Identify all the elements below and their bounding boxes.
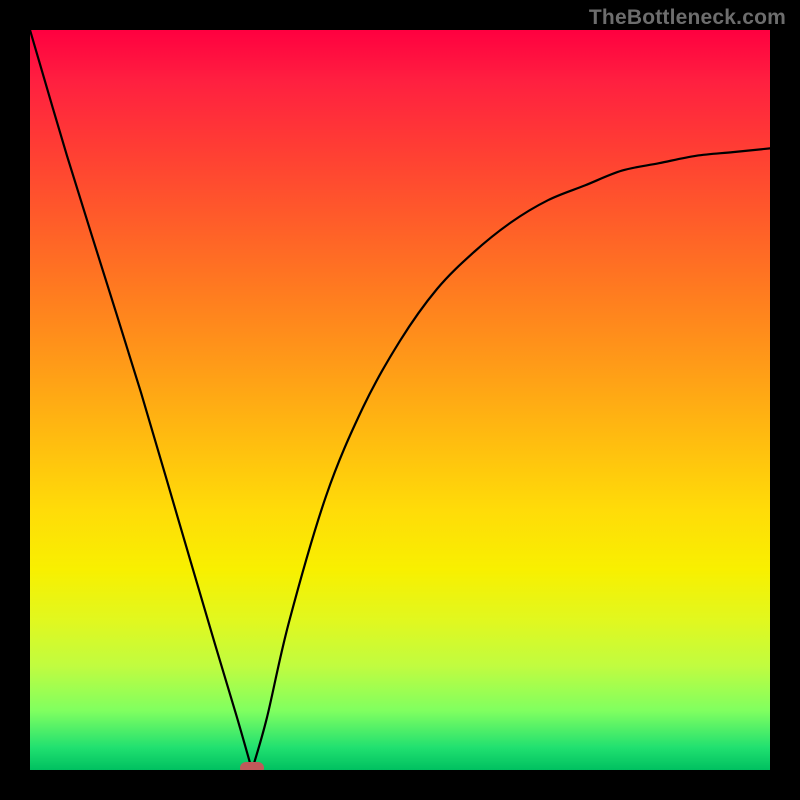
watermark-text: TheBottleneck.com [589, 6, 786, 30]
bottleneck-curve [30, 30, 770, 770]
min-marker [240, 762, 264, 770]
plot-area [30, 30, 770, 770]
chart-frame: TheBottleneck.com [0, 0, 800, 800]
curve-layer [30, 30, 770, 770]
